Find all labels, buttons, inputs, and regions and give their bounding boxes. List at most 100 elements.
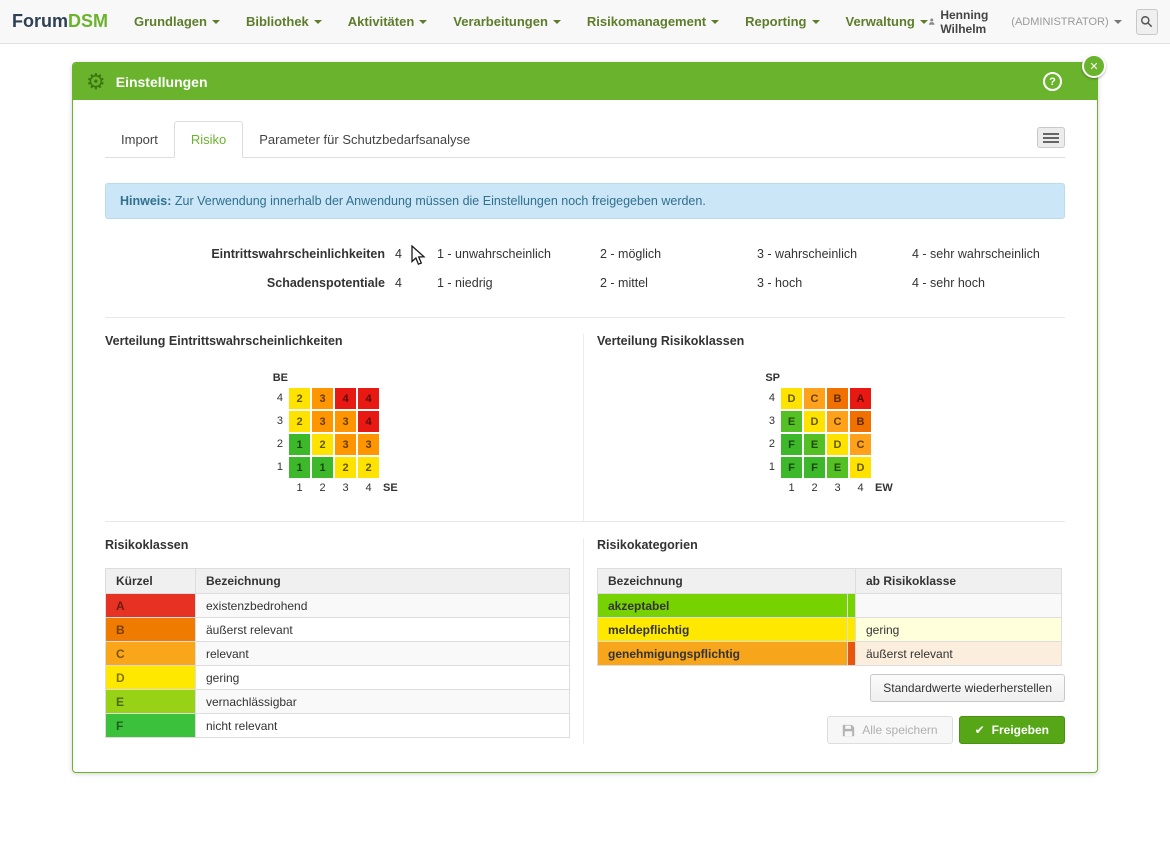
menu-bar-icon [1043, 133, 1059, 135]
table-row[interactable]: F nicht relevant [106, 714, 570, 738]
modal-title: Einstellungen [116, 74, 208, 90]
x-tick: 1 [780, 479, 803, 497]
menu-aktivitaeten[interactable]: Aktivitäten [348, 14, 427, 29]
close-button[interactable]: ✕ [1082, 54, 1106, 78]
y-tick: 4 [762, 387, 780, 410]
einstellungen-modal: ✕ ⚙ Einstellungen ? Import Risiko Parame… [72, 62, 1098, 773]
section-title: Verteilung Eintrittswahrscheinlichkeiten [105, 334, 569, 348]
help-button[interactable]: ? [1043, 72, 1062, 91]
column-header: Bezeichnung [196, 569, 570, 594]
risk-class-code: A [106, 594, 196, 618]
column-header: Bezeichnung [598, 569, 856, 594]
table-row[interactable]: meldepflichtig gering [598, 618, 1062, 642]
menu-verwaltung[interactable]: Verwaltung [846, 14, 928, 29]
table-row[interactable]: A existenzbedrohend [106, 594, 570, 618]
x-tick: 2 [803, 479, 826, 497]
x-tick: 1 [288, 479, 311, 497]
footer-actions: Standardwerte wiederherstellen Alle spei… [597, 674, 1065, 744]
level-label: 1 - niedrig [437, 276, 600, 290]
menu-risikomanagement[interactable]: Risikomanagement [587, 14, 719, 29]
matrix-cell: C [850, 434, 871, 455]
matrix-cell: 2 [312, 434, 333, 455]
risk-category-threshold[interactable] [856, 594, 1062, 618]
matrix-cell: F [781, 434, 802, 455]
matrix-cell: 1 [312, 457, 333, 478]
risk-category-threshold[interactable]: gering [856, 618, 1062, 642]
user-role: (ADMINISTRATOR) [1011, 16, 1108, 28]
level-label: 2 - mittel [600, 276, 757, 290]
menu-label: Reporting [745, 14, 806, 29]
app-logo[interactable]: ForumDSM [12, 11, 108, 32]
matrix-cell: C [827, 411, 848, 432]
level-label: 3 - wahrscheinlich [757, 247, 912, 261]
save-all-button[interactable]: Alle speichern [827, 716, 952, 744]
list-menu-button[interactable] [1037, 127, 1065, 148]
section-title: Verteilung Risikoklassen [597, 334, 1065, 348]
user-menu[interactable]: Henning Wilhelm (ADMINISTRATOR) [928, 8, 1122, 36]
matrix-cell: 3 [335, 434, 356, 455]
menu-label: Verwaltung [846, 14, 915, 29]
risk-class-label: existenzbedrohend [196, 594, 570, 618]
search-button[interactable] [1136, 9, 1158, 35]
notice-banner: Hinweis: Zur Verwendung innerhalb der An… [105, 183, 1065, 219]
matrix-cell: D [850, 457, 871, 478]
matrix-cell: 1 [289, 434, 310, 455]
chevron-down-icon [419, 20, 427, 24]
tab-import[interactable]: Import [105, 122, 174, 157]
matrix-cell: 4 [335, 388, 356, 409]
matrix-cell: F [781, 457, 802, 478]
matrix-cell: D [804, 411, 825, 432]
risk-category-label: akzeptabel [598, 594, 848, 618]
table-row[interactable]: B äußerst relevant [106, 618, 570, 642]
risk-class-label: nicht relevant [196, 714, 570, 738]
section-title: Risikokategorien [597, 538, 1065, 552]
tab-risiko[interactable]: Risiko [174, 121, 243, 158]
search-icon [1140, 15, 1153, 28]
table-row[interactable]: akzeptabel [598, 594, 1062, 618]
risk-class-label: vernachlässigbar [196, 690, 570, 714]
menu-grundlagen[interactable]: Grundlagen [134, 14, 220, 29]
release-button[interactable]: ✔ Freigeben [959, 716, 1065, 744]
restore-defaults-button[interactable]: Standardwerte wiederherstellen [870, 674, 1065, 702]
risk-class-code: E [106, 690, 196, 714]
table-row[interactable]: C relevant [106, 642, 570, 666]
chevron-down-icon [812, 20, 820, 24]
matrix-cell: B [827, 388, 848, 409]
risk-class-label: gering [196, 666, 570, 690]
modal-body: Import Risiko Parameter für Schutzbedarf… [73, 100, 1097, 772]
risk-class-label: relevant [196, 642, 570, 666]
risk-class-label: äußerst relevant [196, 618, 570, 642]
setting-row-eintrittswahrscheinlichkeiten: Eintrittswahrscheinlichkeiten 4 1 - unwa… [105, 239, 1065, 268]
x-tick: 3 [826, 479, 849, 497]
y-axis-label: BE [270, 372, 288, 387]
settings-section: Eintrittswahrscheinlichkeiten 4 1 - unwa… [105, 239, 1065, 297]
tab-parameter-schutzbedarfsanalyse[interactable]: Parameter für Schutzbedarfsanalyse [243, 122, 486, 157]
menu-label: Aktivitäten [348, 14, 414, 29]
setting-value[interactable]: 4 [385, 276, 437, 290]
matrix-cell: E [827, 457, 848, 478]
risk-class-code: B [106, 618, 196, 642]
menu-bibliothek[interactable]: Bibliothek [246, 14, 322, 29]
matrix-cell: C [804, 388, 825, 409]
risk-category-threshold[interactable]: äußerst relevant [856, 642, 1062, 666]
matrix-cell: E [804, 434, 825, 455]
matrix-cell: 3 [312, 411, 333, 432]
table-row[interactable]: genehmigungspflichtig äußerst relevant [598, 642, 1062, 666]
menu-reporting[interactable]: Reporting [745, 14, 819, 29]
menu-label: Grundlagen [134, 14, 207, 29]
matrix-cell: 3 [335, 411, 356, 432]
tables-section: Risikoklassen Kürzel Bezeichnung A exist… [105, 522, 1065, 744]
table-row[interactable]: D gering [106, 666, 570, 690]
column-header: Kürzel [106, 569, 196, 594]
risk-class-code: C [106, 642, 196, 666]
mouse-cursor [410, 245, 428, 267]
tab-bar: Import Risiko Parameter für Schutzbedarf… [105, 121, 1065, 158]
table-row[interactable]: E vernachlässigbar [106, 690, 570, 714]
matrix-cell: E [781, 411, 802, 432]
matrix-cell: 2 [358, 457, 379, 478]
y-tick: 3 [270, 410, 288, 433]
menu-verarbeitungen[interactable]: Verarbeitungen [453, 14, 561, 29]
matrix-column-left: Verteilung Eintrittswahrscheinlichkeiten… [105, 334, 584, 521]
y-tick: 1 [762, 456, 780, 479]
level-label: 4 - sehr hoch [912, 276, 1065, 290]
